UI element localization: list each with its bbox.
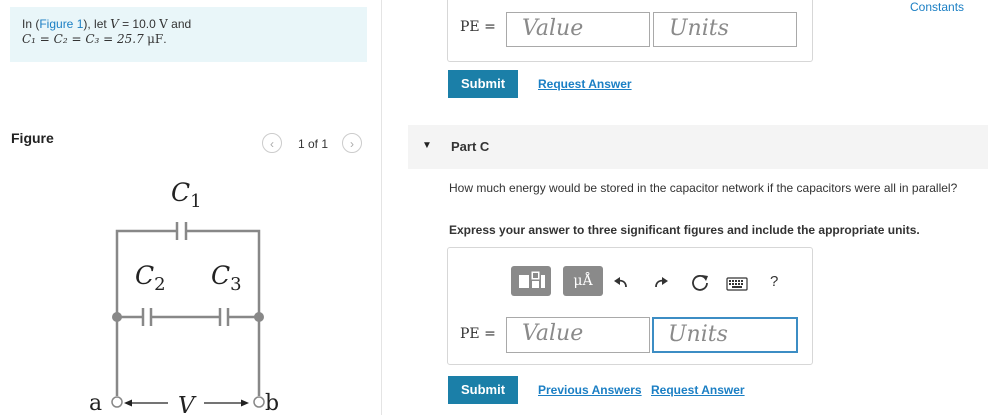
terminal-b [253, 396, 265, 408]
arrowhead-right [241, 399, 249, 407]
problem-text-and: and [171, 17, 192, 31]
redo-icon[interactable] [652, 274, 670, 290]
voltage-unit: V [159, 17, 168, 31]
figure-heading: Figure [11, 130, 54, 146]
junction-left [112, 312, 122, 322]
part-c-request-answer-link[interactable]: Request Answer [651, 383, 745, 397]
previous-figure-button[interactable]: ‹ [262, 133, 282, 153]
part-c-pe-label: PE = [460, 326, 496, 342]
figure-page-count: 1 of 1 [298, 137, 329, 151]
part-b-pe-label: PE = [460, 19, 496, 35]
circuit-diagram: C1 C2 C3 a b V [89, 178, 279, 415]
part-c-question: How much energy would be stored in the c… [449, 181, 958, 195]
chevron-left-icon: ‹ [270, 137, 274, 151]
problem-text-period: . [163, 32, 167, 46]
part-c-submit-button[interactable]: Submit [448, 376, 518, 404]
templates-button[interactable] [511, 266, 551, 296]
part-c-units-input[interactable]: Units [652, 317, 798, 353]
part-b-submit-button[interactable]: Submit [448, 70, 518, 98]
c1-label: C1 [171, 178, 202, 212]
voltage-label: V [178, 393, 197, 415]
problem-text-prefix: In ( [22, 17, 40, 31]
arrowhead-left [124, 399, 132, 407]
terminal-a [111, 396, 123, 408]
problem-statement: In (Figure 1), let V = 10.0 V and C₁ = C… [22, 17, 362, 47]
previous-answers-link[interactable]: Previous Answers [538, 383, 642, 397]
capacitance-equation: C₁ = C₂ = C₃ = 25.7 [22, 32, 144, 46]
voltage-value: = 10.0 [122, 17, 156, 31]
reset-icon[interactable] [690, 273, 710, 293]
c3-label: C3 [211, 261, 242, 295]
templates-icon [519, 271, 545, 288]
help-icon[interactable]: ? [770, 273, 778, 290]
chevron-right-icon: › [350, 137, 354, 151]
panel-divider [381, 0, 382, 415]
keyboard-icon[interactable] [726, 277, 748, 291]
units-button[interactable]: μÅ [563, 266, 603, 296]
terminal-b-label: b [265, 391, 279, 415]
next-figure-button[interactable]: › [342, 133, 362, 153]
figure-link[interactable]: Figure 1 [39, 17, 83, 31]
c2-label: C2 [135, 261, 166, 295]
part-c-instructions: Express your answer to three significant… [449, 223, 920, 237]
part-b-units-input[interactable]: Units [653, 12, 797, 47]
terminal-a-label: a [89, 391, 102, 415]
problem-text-mid: ), let [83, 17, 107, 31]
undo-icon[interactable] [612, 274, 630, 290]
voltage-variable: V [110, 17, 119, 31]
part-b-request-answer-link[interactable]: Request Answer [538, 77, 632, 91]
part-c-title: Part C [451, 139, 490, 154]
part-b-value-input[interactable]: Value [506, 12, 650, 47]
part-c-value-input[interactable]: Value [506, 317, 650, 353]
part-c-header[interactable] [408, 125, 988, 169]
caret-down-icon[interactable]: ▼ [422, 140, 432, 151]
constants-link[interactable]: Constants [910, 0, 964, 14]
junction-right [254, 312, 264, 322]
capacitance-unit: μF [147, 32, 164, 46]
